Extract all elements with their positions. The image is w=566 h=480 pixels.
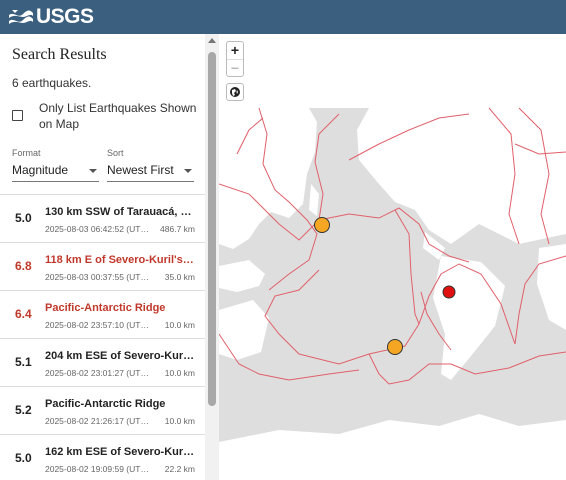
magnitude: 5.1 <box>15 355 32 369</box>
map-filter-checkbox[interactable] <box>12 110 23 121</box>
earthquake-list-item[interactable]: 5.0 130 km SSW of Tarauacá, Br... 2025-0… <box>0 195 205 243</box>
earthquake-list-item[interactable]: 6.8 118 km E of Severo-Kuril'sk, ... 202… <box>0 243 205 291</box>
sidebar-scrollbar[interactable] <box>205 34 219 480</box>
chevron-down-icon <box>184 169 192 173</box>
scroll-up-arrow-icon[interactable] <box>208 38 216 43</box>
time: 2025-08-02 23:01:27 (UTC-0... <box>45 368 155 378</box>
place: 118 km E of Severo-Kuril'sk, ... <box>45 254 197 266</box>
depth: 35.0 km <box>164 272 195 282</box>
earthquake-list-item[interactable]: 5.1 204 km ESE of Severo-Kuril's... 2025… <box>0 339 205 387</box>
sort-dropdown[interactable]: Newest First <box>107 162 194 182</box>
zoom-in-button[interactable]: + <box>227 42 243 59</box>
map-filter-label[interactable]: Only List Earthquakes Shown on Map <box>39 100 197 132</box>
depth: 10.0 km <box>164 320 195 330</box>
depth: 10.0 km <box>164 368 195 378</box>
earthquake-marker[interactable] <box>442 285 456 299</box>
place: Pacific-Antarctic Ridge <box>45 302 166 314</box>
earthquake-list-item[interactable]: 5.0 162 km ESE of Severo-Kuril's... 2025… <box>0 435 205 480</box>
format-dropdown[interactable]: Magnitude <box>12 162 99 182</box>
chevron-down-icon <box>89 169 97 173</box>
results-count: 6 earthquakes. <box>12 76 92 90</box>
world-map[interactable] <box>219 34 566 480</box>
depth: 22.2 km <box>164 464 195 474</box>
usgs-logo[interactable]: USGS <box>8 5 94 28</box>
zoom-control: + − <box>226 41 244 77</box>
magnitude: 5.0 <box>15 211 32 225</box>
map-filter-option[interactable]: Only List Earthquakes Shown on Map <box>12 100 197 132</box>
magnitude: 5.0 <box>15 451 32 465</box>
time: 2025-08-03 00:37:55 (UTC-0... <box>45 272 155 282</box>
magnitude: 6.8 <box>15 259 32 273</box>
earthquake-list-item[interactable]: 5.2 Pacific-Antarctic Ridge 2025-08-02 2… <box>0 387 205 435</box>
zoom-out-button[interactable]: − <box>227 59 243 76</box>
globe-icon <box>230 87 240 97</box>
depth: 486.7 km <box>160 224 195 234</box>
usgs-wave-icon <box>9 10 33 24</box>
search-results-panel: Search Results 6 earthquakes. Only List … <box>0 34 205 480</box>
globe-button[interactable] <box>226 83 244 101</box>
sort-value: Newest First <box>107 163 174 177</box>
earthquake-marker[interactable] <box>314 217 330 233</box>
magnitude: 6.4 <box>15 307 32 321</box>
format-value: Magnitude <box>12 163 69 177</box>
format-select[interactable]: Format Magnitude <box>12 148 99 182</box>
depth: 10.0 km <box>164 416 195 426</box>
results-title: Search Results <box>12 46 107 63</box>
scroll-thumb[interactable] <box>208 52 216 406</box>
sort-select[interactable]: Sort Newest First <box>107 148 194 182</box>
place: 130 km SSW of Tarauacá, Br... <box>45 206 197 218</box>
app-header: USGS <box>0 0 566 34</box>
sort-label: Sort <box>107 148 124 158</box>
time: 2025-08-02 21:26:17 (UTC-0... <box>45 416 155 426</box>
time: 2025-08-02 19:09:59 (UTC-0... <box>45 464 155 474</box>
place: 162 km ESE of Severo-Kuril's... <box>45 446 197 458</box>
earthquake-list: 5.0 130 km SSW of Tarauacá, Br... 2025-0… <box>0 194 205 480</box>
earthquake-list-item[interactable]: 6.4 Pacific-Antarctic Ridge 2025-08-02 2… <box>0 291 205 339</box>
place: 204 km ESE of Severo-Kuril's... <box>45 350 197 362</box>
logo-text: USGS <box>36 5 94 28</box>
magnitude: 5.2 <box>15 403 32 417</box>
earthquake-marker[interactable] <box>387 339 403 355</box>
time: 2025-08-03 06:42:52 (UTC-0... <box>45 224 155 234</box>
map-view[interactable] <box>219 34 566 480</box>
place: Pacific-Antarctic Ridge <box>45 398 166 410</box>
format-label: Format <box>12 148 41 158</box>
time: 2025-08-02 23:57:10 (UTC-0... <box>45 320 155 330</box>
